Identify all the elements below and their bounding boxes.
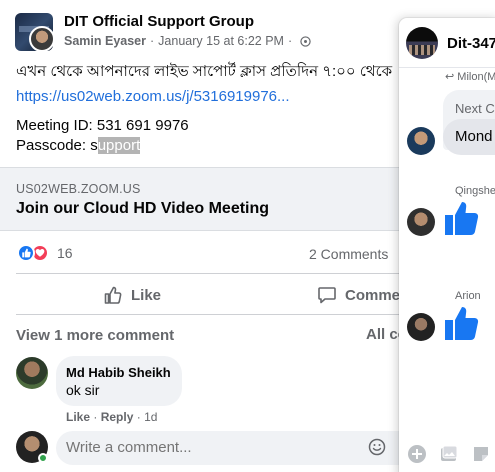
like-button[interactable]: Like	[103, 285, 161, 305]
passcode-selection: upport	[97, 137, 141, 154]
view-more-comments[interactable]: View 1 more comment	[16, 327, 174, 344]
reply-arrow-icon: ↩	[445, 71, 458, 83]
post-text: এখন থেকে আপনাদের লাইভ সাপোর্ট ক্লাস প্রত…	[16, 63, 393, 80]
sender-avatar[interactable]	[407, 313, 435, 341]
comments-count[interactable]: 2 Comments	[309, 246, 388, 262]
comment-input[interactable]	[66, 439, 356, 456]
preview-title: Join our Cloud HD Video Meeting	[16, 200, 270, 217]
group-name[interactable]: DIT Official Support Group	[64, 13, 254, 30]
passcode-text: Passcode: s	[16, 137, 98, 154]
passcode: Passcode: support	[16, 137, 141, 154]
post-date[interactable]: January 15 at 6:22 PM	[158, 34, 284, 48]
commenter-avatar[interactable]	[16, 357, 48, 389]
sender-avatar[interactable]	[407, 208, 435, 236]
message-text: Mond	[455, 128, 493, 145]
photo-icon[interactable]	[439, 444, 459, 464]
zoom-link[interactable]: https://us02web.zoom.us/j/5316919976...	[16, 88, 290, 105]
preview-domain: US02WEB.ZOOM.US	[16, 182, 141, 196]
audience-icon	[300, 35, 311, 47]
author-avatar[interactable]	[29, 26, 55, 52]
reactions-summary[interactable]: 16	[17, 244, 73, 262]
chat-title[interactable]: Dit-347	[447, 35, 495, 52]
comment-text: ok sir	[66, 382, 100, 398]
sender-name: Arion	[455, 290, 481, 302]
like-reaction-icon	[17, 244, 35, 262]
meta-separator: ·	[150, 34, 155, 48]
comment-actions-separator-2: ·	[136, 410, 141, 424]
comment-time[interactable]: 1d	[144, 410, 157, 424]
thumbs-up-sticker-icon[interactable]	[441, 198, 481, 238]
quoted-text: Next C	[455, 101, 495, 116]
chat-composer	[399, 428, 495, 472]
comment-actions: Like · Reply · 1d	[66, 410, 157, 424]
plus-icon[interactable]	[407, 444, 427, 464]
like-label: Like	[131, 286, 162, 304]
reaction-count: 16	[57, 245, 73, 261]
commenter-name[interactable]: Md Habib Sheikh	[66, 365, 171, 380]
comment-reply[interactable]: Reply	[101, 410, 134, 424]
reply-indicator: ↩ Milon(M	[445, 70, 495, 83]
sender-avatar[interactable]	[407, 127, 435, 155]
sender-name: Qingshe	[455, 185, 495, 197]
chat-header[interactable]: Dit-347	[399, 18, 495, 68]
comment-like[interactable]: Like	[66, 410, 90, 424]
online-status-dot	[38, 453, 48, 463]
thumbs-up-sticker-icon[interactable]	[441, 303, 481, 343]
author-name[interactable]: Samin Eyaser	[64, 34, 146, 48]
emoji-icon[interactable]	[368, 438, 386, 456]
comment-icon	[318, 287, 336, 304]
post-meta: Samin Eyaser · January 15 at 6:22 PM ·	[64, 34, 311, 48]
comment-bubble	[56, 356, 182, 406]
chat-group-avatar[interactable]	[406, 27, 438, 59]
messenger-chat-window[interactable]: Dit-347 ↩ Milon(M Next C Mond Qingshe Ar…	[399, 18, 495, 472]
meta-separator-2: ·	[287, 34, 293, 48]
sticker-icon[interactable]	[471, 444, 491, 464]
reply-to-name: Milon(M	[457, 71, 495, 83]
thumbs-up-icon	[104, 286, 122, 304]
comment-actions-separator: ·	[93, 410, 98, 424]
meeting-id: Meeting ID: 531 691 9976	[16, 117, 189, 134]
